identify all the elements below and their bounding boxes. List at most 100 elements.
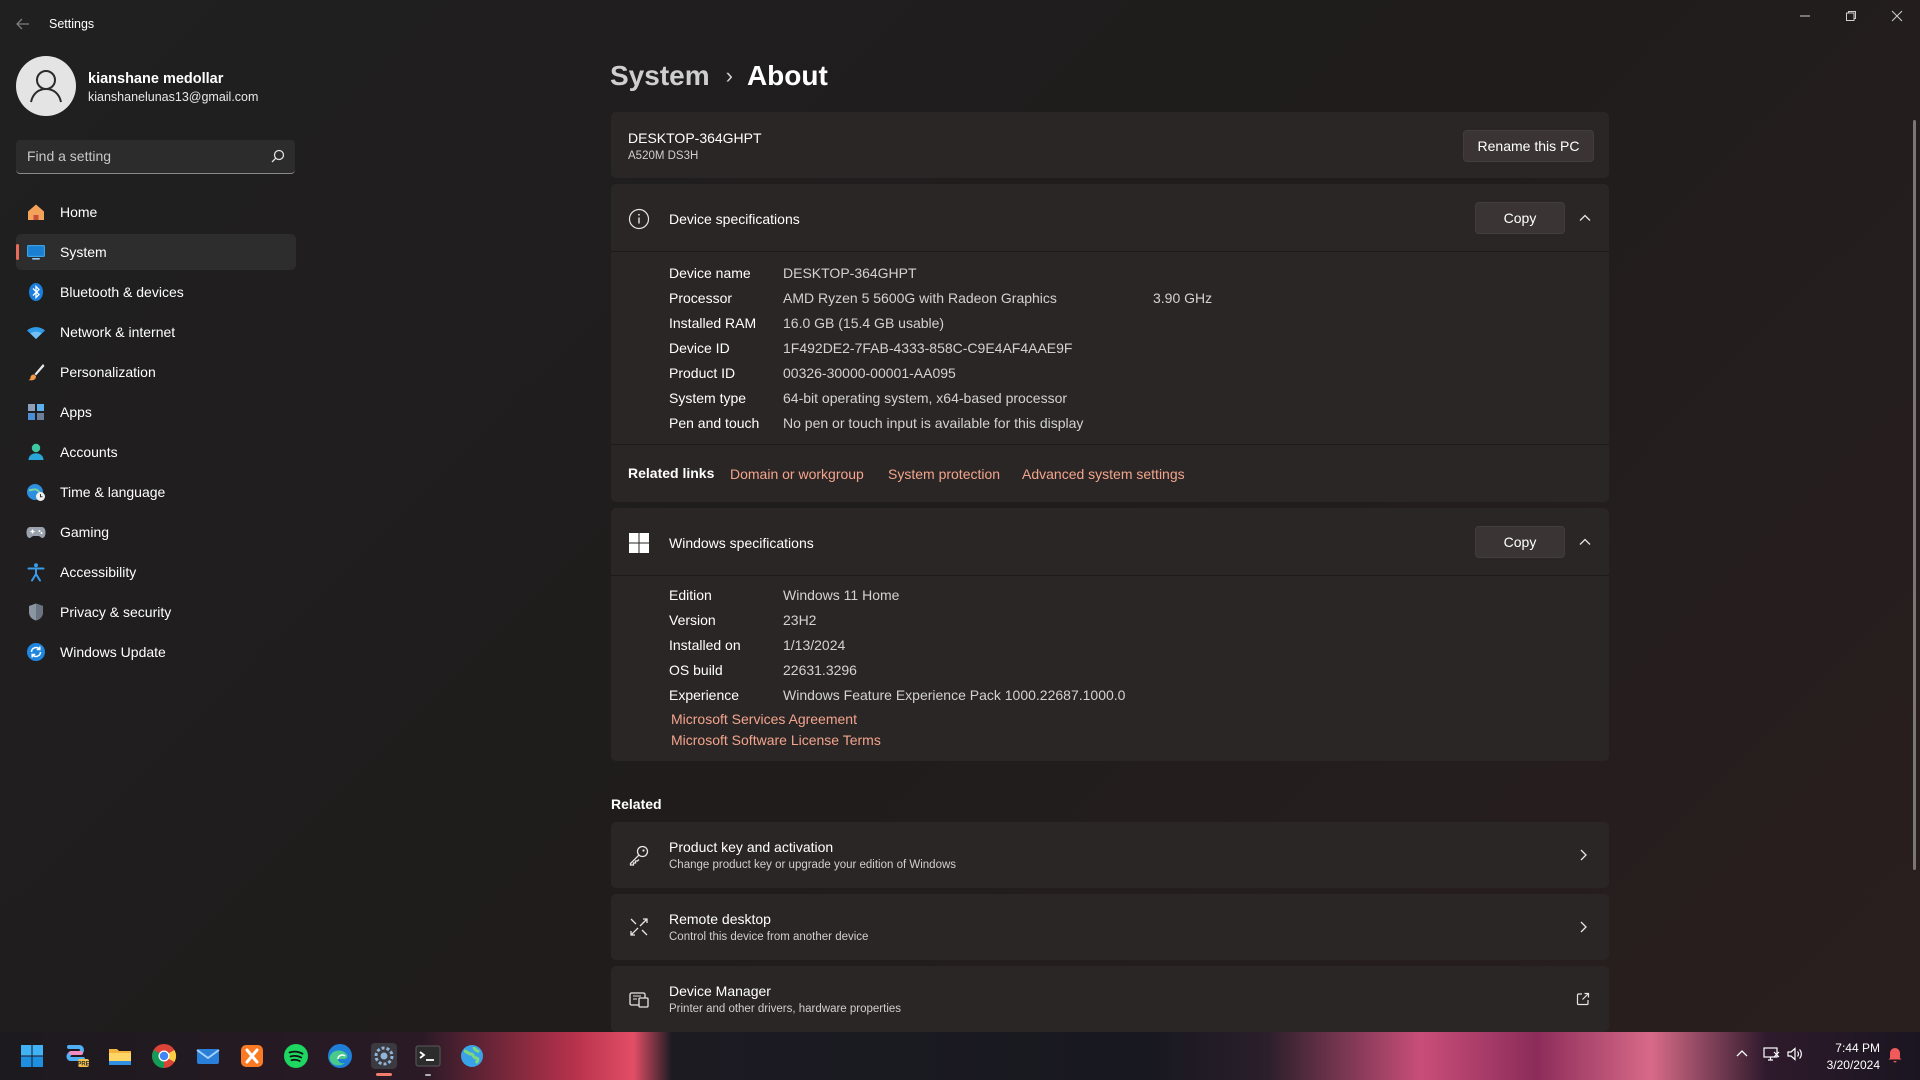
sidebar-item-label: System [60, 244, 107, 260]
spec-value: Windows Feature Experience Pack 1000.226… [783, 687, 1126, 703]
chevron-up-icon[interactable] [1577, 534, 1593, 550]
sidebar-item-label: Windows Update [60, 644, 166, 660]
spec-value: DESKTOP-364GHPT [783, 265, 917, 281]
accessibility-icon [26, 562, 46, 582]
windows-specifications-card: Windows specifications Copy Edition Wind… [611, 508, 1609, 761]
chrome-icon[interactable] [150, 1042, 178, 1070]
sidebar-item-network[interactable]: Network & internet [16, 314, 296, 350]
svg-text:PRE: PRE [77, 1062, 89, 1068]
chevron-right-icon [1580, 849, 1587, 861]
related-links-bar: Related links Domain or workgroup System… [611, 444, 1609, 502]
restore-icon [1846, 11, 1856, 21]
terminal-icon[interactable] [414, 1042, 442, 1070]
windows-start-icon[interactable] [18, 1042, 46, 1070]
xampp-icon[interactable] [238, 1042, 266, 1070]
spec-label: Device ID [669, 340, 730, 356]
rename-pc-button[interactable]: Rename this PC [1463, 130, 1594, 162]
volume-icon[interactable] [1786, 1045, 1806, 1065]
related-item-title: Remote desktop [669, 911, 771, 927]
system-protection-link[interactable]: System protection [888, 466, 1000, 482]
key-icon [629, 845, 649, 866]
spec-label: System type [669, 390, 747, 406]
sidebar-item-bluetooth[interactable]: Bluetooth & devices [16, 274, 296, 310]
sidebar-item-time-language[interactable]: Time & language [16, 474, 296, 510]
sidebar-item-label: Personalization [60, 364, 156, 380]
related-item-subtitle: Change product key or upgrade your editi… [669, 859, 957, 871]
chevron-up-icon[interactable] [1733, 1045, 1753, 1065]
home-icon [26, 202, 46, 222]
sidebar-item-gaming[interactable]: Gaming [16, 514, 296, 550]
device-specifications-header[interactable]: Device specifications Copy [611, 184, 1609, 252]
clock-time[interactable]: 7:44 PM [1830, 1041, 1880, 1055]
settings-icon[interactable] [370, 1042, 398, 1070]
sidebar-item-label: Accounts [60, 444, 118, 460]
user-email: kianshanelunas13@gmail.com [88, 90, 259, 104]
minimize-button[interactable] [1782, 0, 1828, 32]
spec-value: 16.0 GB (15.4 GB usable) [783, 315, 945, 331]
device-specifications-title: Device specifications [669, 211, 800, 227]
services-agreement-link[interactable]: Microsoft Services Agreement [671, 711, 857, 727]
restore-button[interactable] [1828, 0, 1874, 32]
sidebar-item-apps[interactable]: Apps [16, 394, 296, 430]
windows-specifications-header[interactable]: Windows specifications Copy [611, 508, 1609, 576]
sidebar-item-accessibility[interactable]: Accessibility [16, 554, 296, 590]
advanced-system-settings-link[interactable]: Advanced system settings [1022, 466, 1185, 482]
related-item-subtitle: Control this device from another device [669, 931, 869, 943]
pc-name: DESKTOP-364GHPT [628, 130, 762, 146]
sidebar-item-home[interactable]: Home [16, 194, 296, 230]
product-key-activation-item[interactable]: Product key and activation Change produc… [611, 822, 1609, 888]
spotify-icon[interactable] [282, 1042, 310, 1070]
sidebar-item-label: Network & internet [60, 324, 176, 340]
windows-specifications-title: Windows specifications [669, 535, 814, 551]
domain-workgroup-link[interactable]: Domain or workgroup [730, 466, 864, 482]
copilot-icon[interactable]: PRE [63, 1042, 91, 1070]
network-icon[interactable] [1762, 1045, 1782, 1065]
sidebar-item-accounts[interactable]: Accounts [16, 434, 296, 470]
sidebar-item-windows-update[interactable]: Windows Update [16, 634, 296, 670]
close-button[interactable] [1874, 0, 1920, 32]
sidebar-item-label: Home [60, 204, 98, 220]
spec-value: No pen or touch input is available for t… [783, 415, 1084, 431]
sidebar-item-system[interactable]: System [16, 234, 296, 270]
processor-speed: 3.90 GHz [1153, 290, 1213, 306]
apps-icon [26, 402, 46, 422]
spec-label: Product ID [669, 365, 736, 381]
taskbar: PRE 7:44 PM 3/20/2024 [0, 1032, 1920, 1080]
page-title: About [746, 60, 828, 91]
sidebar-item-personalization[interactable]: Personalization [16, 354, 296, 390]
sidebar-nav: Home System Bluetooth & devices Network … [16, 194, 296, 674]
copy-device-specs-button[interactable]: Copy [1475, 202, 1565, 234]
spec-value: 1/13/2024 [783, 637, 846, 653]
notification-bell-icon[interactable] [1886, 1045, 1906, 1065]
spec-value: 1F492DE2-7FAB-4333-858C-C9E4AF4AAE9F [783, 340, 1073, 356]
spec-label: Pen and touch [669, 415, 760, 431]
wifi-icon [26, 322, 46, 342]
device-manager-item[interactable]: Device Manager Printer and other drivers… [611, 966, 1609, 1032]
back-button[interactable] [10, 12, 36, 36]
edge-icon[interactable] [326, 1042, 354, 1070]
pc-name-card: DESKTOP-364GHPT A520M DS3H Rename this P… [611, 112, 1609, 178]
user-profile[interactable]: kianshane medollar kianshanelunas13@gmai… [16, 56, 306, 120]
brush-icon [26, 362, 46, 382]
scrollbar[interactable] [1913, 120, 1916, 870]
copy-windows-specs-button[interactable]: Copy [1475, 526, 1565, 558]
related-section-title: Related [611, 796, 662, 812]
remote-desktop-item[interactable]: Remote desktop Control this device from … [611, 894, 1609, 960]
breadcrumb-parent[interactable]: System [610, 60, 710, 92]
related-item-title: Product key and activation [669, 839, 834, 855]
globe-app-icon[interactable] [458, 1042, 486, 1070]
user-icon [30, 70, 62, 103]
search-icon[interactable] [271, 149, 285, 163]
mail-icon[interactable] [194, 1042, 222, 1070]
chevron-up-icon[interactable] [1577, 210, 1593, 226]
sidebar-item-label: Time & language [60, 484, 166, 500]
clock-date[interactable]: 3/20/2024 [1810, 1058, 1880, 1072]
spec-label: Installed RAM [669, 315, 757, 331]
spec-label: Version [669, 612, 716, 628]
sidebar-item-privacy[interactable]: Privacy & security [16, 594, 296, 630]
license-terms-link[interactable]: Microsoft Software License Terms [671, 732, 881, 748]
update-icon [26, 642, 46, 662]
file-explorer-icon[interactable] [106, 1042, 134, 1070]
spec-value: 64-bit operating system, x64-based proce… [783, 390, 1068, 406]
search-input[interactable] [16, 140, 256, 172]
